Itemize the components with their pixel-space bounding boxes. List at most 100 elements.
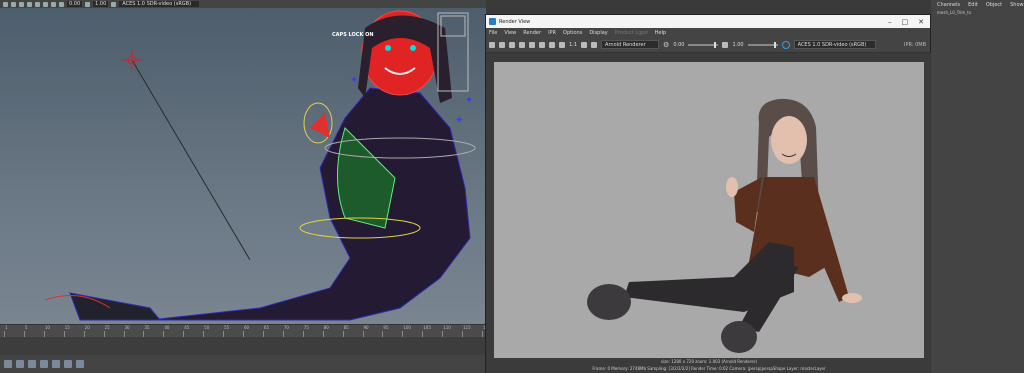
layout-icon[interactable] — [16, 360, 24, 368]
snapshot-icon[interactable] — [509, 41, 515, 48]
render-icon[interactable] — [52, 360, 60, 368]
maya-app-icon — [489, 18, 496, 25]
render-view-menubar: File View Render IPR Options Display Pro… — [486, 28, 930, 37]
colorspace-select[interactable]: ACES 1.0 SDR-video (sRGB) — [793, 40, 876, 49]
zoom-icon[interactable] — [559, 41, 565, 48]
rgb-icon[interactable] — [539, 41, 545, 48]
timeline-tick-label: 110 — [443, 325, 451, 330]
ipr-memory-label: IPR: 0MB — [903, 41, 926, 48]
rendered-character — [587, 98, 862, 353]
timeline-tick-label: 40 — [164, 325, 170, 330]
selected-object-name: mesh_L0_Trim_tv — [937, 10, 972, 15]
isolate-icon[interactable] — [51, 1, 56, 7]
xray-icon[interactable] — [59, 1, 64, 7]
svg-text:✦: ✦ — [465, 95, 473, 106]
maximize-icon[interactable]: □ — [902, 18, 909, 26]
gear-icon[interactable]: ⚙ — [663, 41, 669, 49]
outliner-icon[interactable] — [28, 360, 36, 368]
timeline-tick-label: 35 — [144, 325, 150, 330]
channel-box: Channels Edit Object Show mesh_L0_Trim_t… — [931, 0, 1024, 373]
script-icon[interactable] — [4, 360, 12, 368]
uv-icon[interactable] — [76, 360, 84, 368]
refresh-icon[interactable] — [529, 41, 535, 48]
menu-channels[interactable]: Channels — [937, 2, 960, 8]
exposure-field[interactable]: 0.00 — [67, 1, 83, 7]
window-title: Render View — [499, 18, 531, 25]
timeline-tick-label: 20 — [84, 325, 90, 330]
timeline-tick-label: 115 — [463, 325, 471, 330]
timeline-tick-label: 85 — [343, 325, 349, 330]
channel-box-menubar: Channels Edit Object Show — [931, 0, 1024, 10]
render-view-titlebar[interactable]: Render View – □ ✕ — [486, 15, 930, 28]
render-view-body: size: 1280 x 720 zoom: 1.003 (Arnold Ren… — [486, 53, 932, 373]
perspective-viewport[interactable]: ✦ ✦ ✦ CAPS LOCK ON persp — [0, 8, 486, 324]
timeline-tick-label: 55 — [224, 325, 230, 330]
timeline-tick-label: 80 — [323, 325, 329, 330]
time-slider[interactable]: 1 5 10 15 20 25 30 35 40 45 50 55 60 65 70 75 80 85 90 95 10… — [0, 324, 491, 337]
exposure-value[interactable]: 0.00 — [673, 42, 684, 48]
camera-icon[interactable] — [3, 1, 8, 7]
menu-show[interactable]: Show — [1010, 2, 1024, 8]
timeline-tick-label: 105 — [423, 325, 431, 330]
colorspace-select[interactable]: ACES 1.0 SDR-video (sRGB) — [119, 1, 200, 7]
color-management-icon[interactable] — [781, 40, 790, 49]
timeline-tick-label: 70 — [283, 325, 289, 330]
gamma-value[interactable]: 1.00 — [732, 42, 743, 48]
rendered-image[interactable] — [494, 62, 924, 358]
alpha-icon[interactable] — [549, 41, 555, 48]
range-slider[interactable] — [0, 337, 486, 355]
timeline-tick-label: 60 — [244, 325, 250, 330]
menu-ipr[interactable]: IPR — [548, 30, 556, 36]
caps-lock-indicator: CAPS LOCK ON — [332, 32, 374, 38]
hypershade-icon[interactable] — [64, 360, 72, 368]
menu-product[interactable]: Product Lgpd — [615, 30, 648, 36]
shadow-icon[interactable] — [43, 1, 48, 7]
menu-object[interactable]: Object — [986, 2, 1002, 8]
svg-text:✦: ✦ — [350, 75, 358, 86]
menu-file[interactable]: File — [489, 30, 497, 36]
bottom-shelf — [0, 355, 486, 373]
gamma-icon[interactable] — [85, 1, 91, 7]
shaded-icon[interactable] — [27, 1, 32, 7]
scene-rig-drawing: ✦ ✦ ✦ — [44, 10, 476, 321]
grid-icon[interactable] — [11, 1, 16, 7]
svg-text:✦: ✦ — [455, 115, 463, 126]
keep-image-icon[interactable] — [581, 41, 588, 48]
timeline-tick-label: 100 — [403, 325, 411, 330]
close-icon[interactable]: ✕ — [918, 18, 924, 26]
timeline-tick-label: 75 — [303, 325, 309, 330]
menu-render[interactable]: Render — [523, 30, 541, 36]
wireframe-icon[interactable] — [19, 1, 24, 7]
render-region-icon[interactable] — [499, 41, 505, 48]
menu-edit[interactable]: Edit — [968, 2, 978, 8]
gamma-slider[interactable] — [747, 41, 778, 48]
menu-options[interactable]: Options — [563, 30, 582, 36]
ratio-button[interactable]: 1:1 — [569, 42, 577, 48]
redo-render-icon[interactable] — [489, 41, 495, 48]
render-status-size: size: 1280 x 720 zoom: 1.003 (Arnold Ren… — [660, 359, 758, 364]
colormanage-icon[interactable] — [111, 1, 117, 7]
viewport-toolbar: 0.00 1.00 ACES 1.0 SDR-video (sRGB) — [0, 0, 486, 8]
remove-image-icon[interactable] — [591, 41, 598, 48]
maya-workspace: 0.00 1.00 ACES 1.0 SDR-video (sRGB) ✦ ✦ … — [0, 0, 1024, 373]
graph-icon[interactable] — [40, 360, 48, 368]
minimize-icon[interactable]: – — [888, 18, 892, 26]
timeline-tick-label: 95 — [383, 325, 389, 330]
gamma-icon[interactable] — [722, 41, 729, 48]
lighting-icon[interactable] — [35, 1, 40, 7]
menu-help[interactable]: Help — [655, 30, 666, 36]
timeline-tick-label: 15 — [64, 325, 70, 330]
render-status-info: Frame: 0 Memory: 2748Mb Sampling: [3/2/2… — [592, 366, 826, 371]
renderer-select[interactable]: Arnold Renderer — [601, 40, 660, 49]
exposure-slider[interactable] — [688, 41, 719, 48]
timeline-tick-label: 1 — [5, 325, 8, 330]
ipr-icon[interactable] — [519, 41, 525, 48]
timeline-tick-label: 5 — [24, 325, 28, 330]
timeline-tick-label: 65 — [263, 325, 269, 330]
menu-display[interactable]: Display — [589, 30, 607, 36]
timeline-tick-label: 90 — [363, 325, 369, 330]
menu-view[interactable]: View — [504, 30, 516, 36]
gamma-field[interactable]: 1.00 — [93, 1, 109, 7]
render-view-window: Render View – □ ✕ File View Render IPR O… — [485, 14, 932, 373]
timeline-tick-label: 50 — [204, 325, 210, 330]
